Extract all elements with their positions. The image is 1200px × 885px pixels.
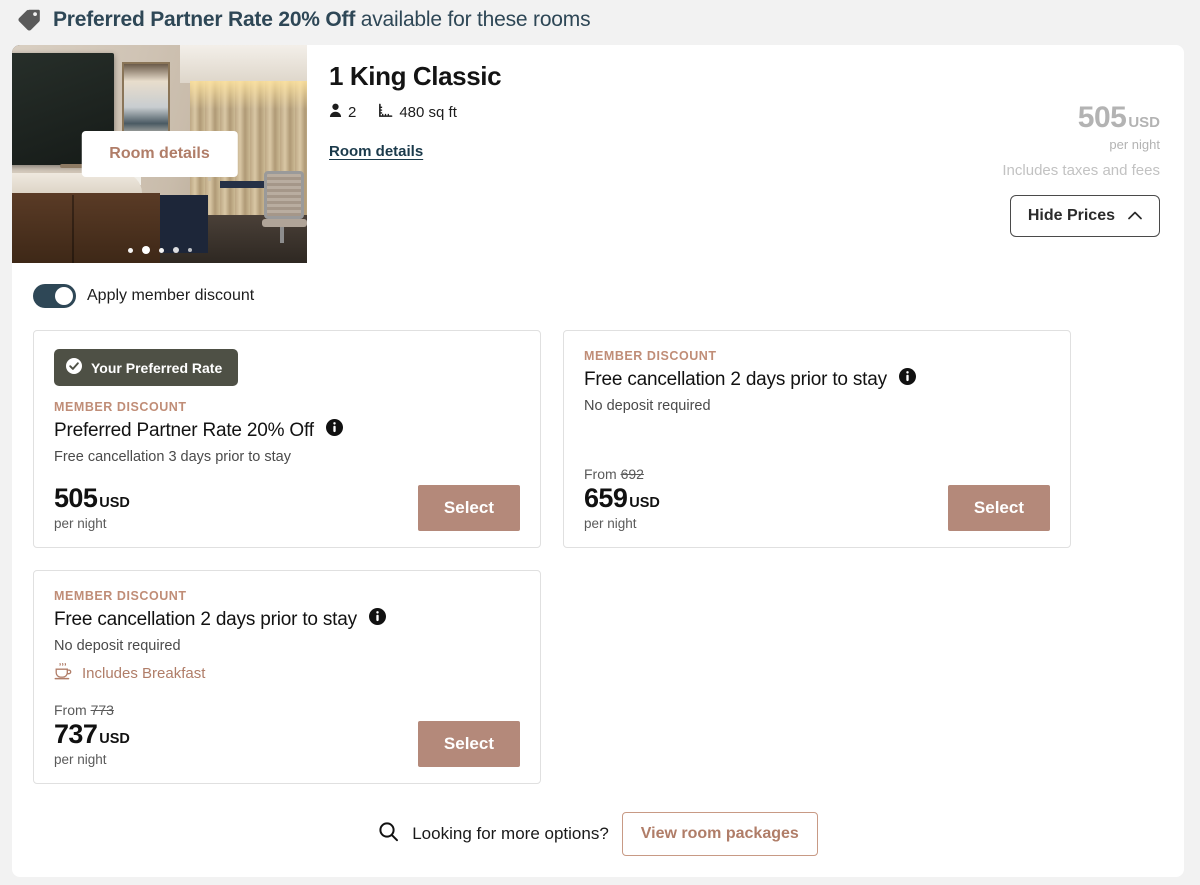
view-room-packages-button[interactable]: View room packages [621,812,818,856]
hide-prices-button[interactable]: Hide Prices [1009,195,1160,237]
gallery-room-details-button[interactable]: Room details [81,131,238,177]
occupancy-value: 2 [348,104,357,121]
rate-price-currency: USD [99,731,130,747]
more-options-prompt: Looking for more options? [412,824,609,843]
rate-subtitle: No deposit required [584,398,711,414]
rate-price-currency: USD [99,495,130,511]
summary-period: per night [1109,137,1160,152]
search-icon [378,821,399,847]
rate-price-period: per night [584,516,637,531]
member-discount-toggle-row: Apply member discount [12,263,1184,308]
summary-price: 505 USD [1002,101,1160,135]
room-details-link[interactable]: Room details [329,143,423,160]
room-meta: 2 480 sq ft [329,103,1002,122]
gallery-dot[interactable] [172,247,179,253]
breakfast-amenity: Includes Breakfast [54,662,520,684]
rate-title: Preferred Partner Rate 20% Off [54,419,520,442]
info-icon[interactable] [368,608,386,631]
rate-card-free-cancellation: MEMBER DISCOUNT Free cancellation 2 days… [563,330,1071,548]
promo-bold-text: Preferred Partner Rate 20% Off [53,8,356,31]
rate-price-amount: 737 [54,719,98,749]
rate-price-row: 505 USD per night Select [54,465,520,531]
rate-price-row: From 773 737 USD per night Select [54,684,520,767]
preferred-rate-badge-label: Your Preferred Rate [91,359,223,376]
rate-price-block: 505 USD per night [54,483,130,531]
rate-title: Free cancellation 2 days prior to stay [584,368,1050,391]
promo-banner-text: Preferred Partner Rate 20% Off available… [53,8,591,32]
gallery-dot[interactable] [158,247,164,253]
rate-price: 737 USD [54,719,130,750]
from-price-struck: 692 [620,466,644,482]
info-icon[interactable] [898,368,916,391]
room-card: Room details 1 King Classic 2 480 sq ft … [12,45,1184,877]
from-prefix: From [584,466,617,482]
rate-price-block: From 692 659 USD per night [584,466,660,531]
rate-subtitle: Free cancellation 3 days prior to stay [54,449,291,465]
hide-prices-label: Hide Prices [1027,207,1115,224]
select-button[interactable]: Select [947,485,1050,531]
gallery-pagination-dots[interactable] [127,246,192,254]
rate-price-period: per night [54,516,107,531]
rate-price-block: From 773 737 USD per night [54,702,130,767]
breakfast-label: Includes Breakfast [82,665,206,682]
select-button[interactable]: Select [417,485,520,531]
room-size: 480 sq ft [378,103,457,122]
rate-price: 505 USD [54,483,130,514]
rate-card-breakfast: MEMBER DISCOUNT Free cancellation 2 days… [33,570,541,784]
rate-title-text: Free cancellation 2 days prior to stay [54,608,357,630]
promo-banner: Preferred Partner Rate 20% Off available… [0,0,1200,40]
from-price-struck: 773 [90,702,114,718]
apply-member-discount-toggle[interactable] [33,284,76,308]
room-title: 1 King Classic [329,61,502,91]
info-icon[interactable] [325,419,343,442]
promo-regular-text: available for these rooms [355,8,591,31]
tag-icon [16,7,42,33]
rate-price-currency: USD [629,495,660,511]
price-summary: 505 USD per night Includes taxes and fees… [1002,45,1184,263]
ruler-icon [378,103,393,122]
room-size-value: 480 sq ft [399,104,457,121]
occupancy: 2 [329,103,356,122]
rate-price-amount: 505 [54,483,98,513]
more-options-row: Looking for more options? View room pack… [12,812,1184,856]
summary-currency: USD [1128,114,1160,131]
person-icon [329,103,342,122]
select-button[interactable]: Select [417,721,520,767]
coffee-cup-icon [54,662,72,684]
rate-title-text: Preferred Partner Rate 20% Off [54,419,314,441]
rate-options-grid: Your Preferred Rate MEMBER DISCOUNT Pref… [12,308,1184,784]
rate-price: 659 USD [584,483,660,514]
room-card-top-row: Room details 1 King Classic 2 480 sq ft … [12,45,1184,263]
rate-price-amount: 659 [584,483,628,513]
rate-subtitle: No deposit required [54,638,181,654]
rate-card-preferred: Your Preferred Rate MEMBER DISCOUNT Pref… [33,330,541,548]
rate-original-price: From 692 [584,466,660,482]
preferred-rate-badge: Your Preferred Rate [54,349,239,386]
room-image-gallery[interactable]: Room details [12,45,307,263]
rate-title-text: Free cancellation 2 days prior to stay [584,368,887,390]
summary-amount: 505 [1077,101,1127,134]
check-circle-icon [66,358,82,377]
gallery-dot[interactable] [127,247,133,253]
summary-tax-note: Includes taxes and fees [1002,162,1160,179]
rate-title: Free cancellation 2 days prior to stay [54,608,520,631]
member-discount-tag: MEMBER DISCOUNT [54,400,187,414]
rate-price-period: per night [54,752,107,767]
member-discount-tag: MEMBER DISCOUNT [54,589,187,603]
gallery-dot[interactable] [187,248,192,252]
member-discount-tag: MEMBER DISCOUNT [584,349,717,363]
member-discount-label: Apply member discount [87,287,255,304]
toggle-knob [55,287,73,305]
room-info: 1 King Classic 2 480 sq ft Room details [307,45,1002,263]
rate-original-price: From 773 [54,702,130,718]
gallery-dot-active[interactable] [141,246,150,254]
rate-price-row: From 692 659 USD per night Select [584,448,1050,531]
chevron-up-icon [1128,207,1142,225]
from-prefix: From [54,702,87,718]
